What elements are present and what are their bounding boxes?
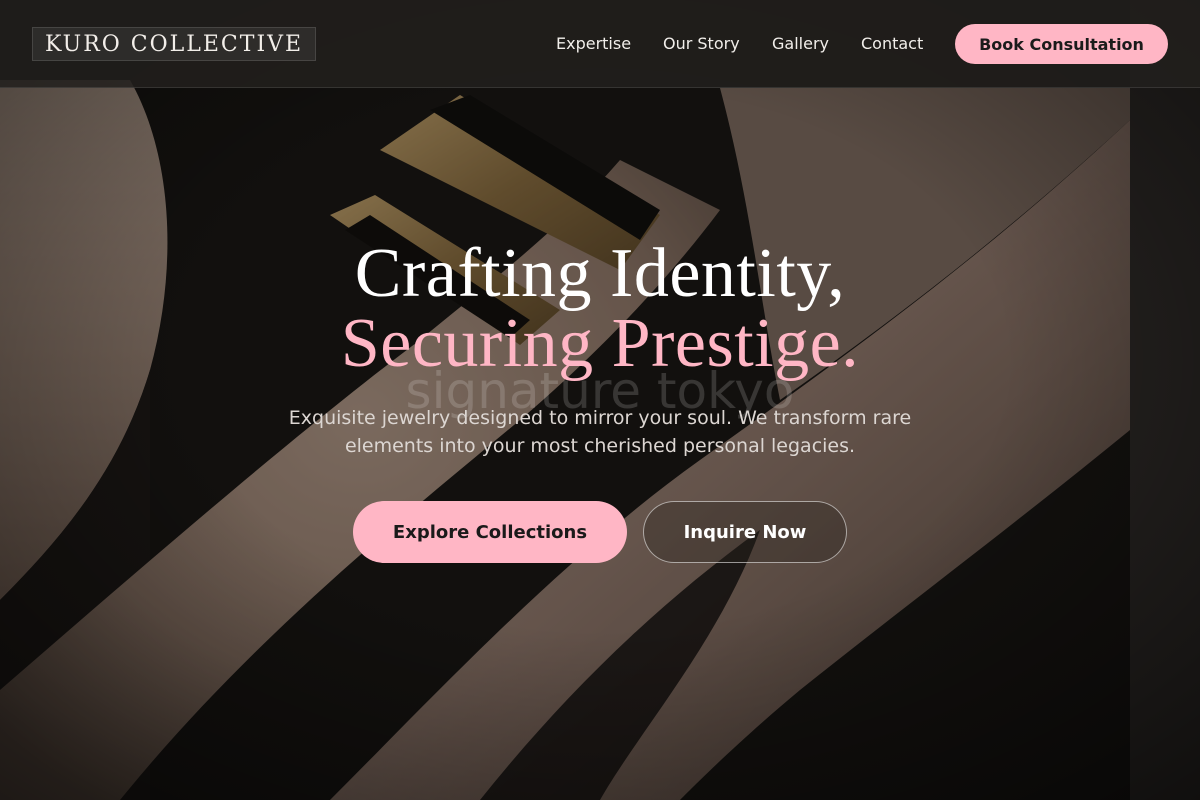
nav-link-our-story[interactable]: Our Story — [663, 34, 740, 53]
nav-link-gallery[interactable]: Gallery — [772, 34, 829, 53]
book-consultation-button[interactable]: Book Consultation — [955, 24, 1168, 64]
explore-collections-button[interactable]: Explore Collections — [353, 501, 627, 563]
inquire-now-button[interactable]: Inquire Now — [643, 501, 847, 563]
site-header: KURO COLLECTIVE Expertise Our Story Gall… — [0, 0, 1200, 88]
hero-subtitle: Exquisite jewelry designed to mirror you… — [288, 407, 912, 457]
hero-title-line2: Securing Prestige. — [340, 305, 860, 382]
nav-link-contact[interactable]: Contact — [861, 34, 923, 53]
nav-link-expertise[interactable]: Expertise — [556, 34, 631, 53]
hero-title-line1: Crafting Identity, — [354, 235, 846, 312]
